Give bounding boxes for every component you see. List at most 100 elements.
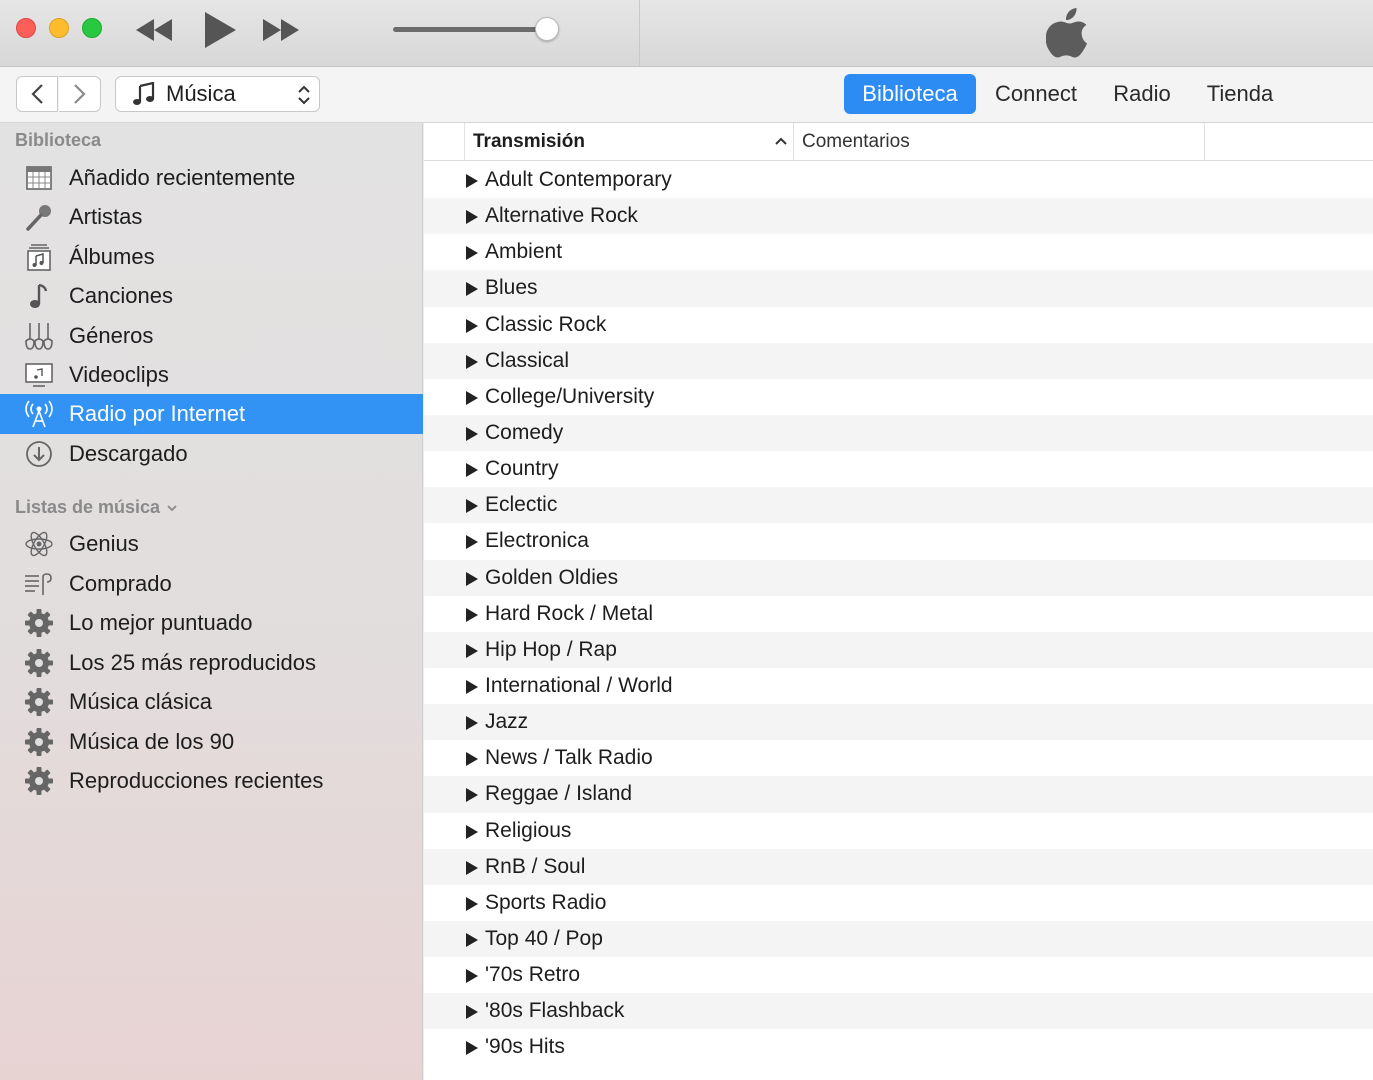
sort-ascending-icon — [775, 137, 787, 145]
sidebar-item-albums[interactable]: Álbumes — [0, 237, 423, 277]
table-row[interactable]: Hip Hop / Rap — [424, 631, 1373, 668]
zoom-window-button[interactable] — [82, 18, 102, 38]
table-row[interactable]: Religious — [424, 813, 1373, 849]
disclosure-triangle-icon[interactable] — [465, 318, 479, 333]
table-row[interactable]: Classic Rock — [424, 307, 1373, 343]
disclosure-triangle-icon[interactable] — [465, 716, 479, 731]
sidebar-item-internet-radio[interactable]: Radio por Internet — [0, 394, 423, 434]
table-row[interactable]: '90s Hits — [424, 1029, 1373, 1065]
disclosure-triangle-icon[interactable] — [465, 426, 479, 441]
table-row[interactable]: News / Talk Radio — [424, 740, 1373, 776]
disclosure-triangle-icon[interactable] — [465, 679, 479, 694]
table-row[interactable]: Sports Radio — [424, 885, 1373, 921]
disclosure-triangle-icon[interactable] — [465, 1041, 479, 1056]
table-row[interactable]: Adult Contemporary — [424, 162, 1373, 198]
column-header-stream[interactable]: Transmisión — [464, 123, 794, 161]
volume-track — [393, 27, 553, 32]
sidebar-item-downloaded[interactable]: Descargado — [0, 434, 423, 474]
table-row[interactable]: RnB / Soul — [424, 848, 1373, 885]
disclosure-triangle-icon[interactable] — [465, 354, 479, 369]
disclosure-triangle-icon[interactable] — [465, 246, 479, 261]
disclosure-triangle-icon[interactable] — [465, 643, 479, 658]
playlist-item-purchased[interactable]: Comprado — [0, 564, 423, 604]
disclosure-triangle-icon[interactable] — [465, 860, 479, 875]
playlist-item-classical[interactable]: Música clásica — [0, 682, 423, 722]
music-note-icon — [24, 282, 54, 310]
disclosure-triangle-icon[interactable] — [465, 499, 479, 514]
table-row[interactable]: Comedy — [424, 414, 1373, 452]
minimize-window-button[interactable] — [49, 18, 69, 38]
tab-biblioteca[interactable]: Biblioteca — [844, 74, 976, 114]
volume-knob[interactable] — [535, 17, 559, 41]
table-row[interactable]: Electronica — [424, 523, 1373, 559]
sidebar-item-artists[interactable]: Artistas — [0, 197, 423, 237]
disclosure-triangle-icon[interactable] — [465, 896, 479, 911]
sidebar-item-genres[interactable]: Géneros — [0, 316, 423, 356]
table-row[interactable]: International / World — [424, 668, 1373, 704]
sidebar-item-label: Música clásica — [69, 689, 213, 714]
calendar-grid-icon — [24, 164, 54, 192]
column-header-comments-label: Comentarios — [802, 131, 910, 152]
table-row[interactable]: '70s Retro — [424, 957, 1373, 993]
playlist-item-genius[interactable]: Genius — [0, 524, 423, 564]
disclosure-triangle-icon[interactable] — [465, 752, 479, 767]
rewind-button[interactable] — [133, 8, 175, 52]
play-button[interactable] — [198, 8, 242, 52]
disclosure-triangle-icon[interactable] — [465, 571, 479, 586]
table-row[interactable]: Blues — [424, 270, 1373, 307]
title-bar — [0, 0, 1373, 67]
table-row[interactable]: Jazz — [424, 704, 1373, 741]
disclosure-triangle-icon[interactable] — [465, 282, 479, 297]
disclosure-triangle-icon[interactable] — [465, 969, 479, 984]
column-header-comments[interactable]: Comentarios — [793, 123, 1205, 161]
close-window-button[interactable] — [16, 18, 36, 38]
row-genre-label: Golden Oldies — [485, 565, 619, 589]
table-row[interactable]: College/University — [424, 379, 1373, 415]
playlist-item-recently-played[interactable]: Reproducciones recientes — [0, 761, 423, 801]
disclosure-triangle-icon[interactable] — [465, 1005, 479, 1020]
playlist-item-top-rated[interactable]: Lo mejor puntuado — [0, 603, 423, 643]
disclosure-triangle-icon[interactable] — [465, 463, 479, 478]
disclosure-triangle-icon[interactable] — [465, 174, 479, 188]
playlists-section-header[interactable]: Listas de música — [15, 497, 178, 518]
disclosure-triangle-icon[interactable] — [465, 390, 479, 405]
music-note-icon — [132, 82, 156, 106]
sidebar-item-label: Genius — [69, 531, 139, 556]
playlist-item-top-25[interactable]: Los 25 más reproducidos — [0, 643, 423, 683]
table-row[interactable]: Top 40 / Pop — [424, 920, 1373, 958]
sidebar-item-music-videos[interactable]: Videoclips — [0, 355, 423, 395]
playlist-item-90s[interactable]: Música de los 90 — [0, 722, 423, 762]
disclosure-triangle-icon[interactable] — [465, 535, 479, 550]
tab-tienda[interactable]: Tienda — [1196, 74, 1284, 114]
table-row[interactable]: Classical — [424, 342, 1373, 379]
disclosure-triangle-icon[interactable] — [465, 932, 479, 947]
tab-connect[interactable]: Connect — [982, 74, 1090, 114]
forward-button[interactable] — [59, 76, 101, 112]
fast-forward-button[interactable] — [260, 8, 302, 52]
video-screen-icon — [24, 361, 54, 389]
album-stack-icon — [24, 243, 54, 271]
table-row[interactable]: Country — [424, 451, 1373, 487]
sidebar-item-songs[interactable]: Canciones — [0, 276, 423, 316]
table-row[interactable]: Golden Oldies — [424, 559, 1373, 596]
table-row[interactable]: '80s Flashback — [424, 993, 1373, 1030]
column-header-stream-label: Transmisión — [473, 131, 585, 152]
row-genre-label: Eclectic — [485, 493, 558, 517]
table-row[interactable]: Alternative Rock — [424, 198, 1373, 235]
media-kind-select[interactable]: Música — [115, 76, 320, 112]
broadcast-antenna-icon — [24, 400, 54, 428]
table-row[interactable]: Reggae / Island — [424, 776, 1373, 813]
fast-forward-icon — [263, 19, 299, 41]
disclosure-triangle-icon[interactable] — [465, 788, 479, 803]
stream-rows: Adult Contemporary Alternative Rock Ambi… — [424, 162, 1373, 1066]
table-row[interactable]: Eclectic — [424, 487, 1373, 524]
table-row[interactable]: Ambient — [424, 234, 1373, 270]
disclosure-triangle-icon[interactable] — [465, 210, 479, 225]
disclosure-triangle-icon[interactable] — [465, 824, 479, 839]
back-button[interactable] — [16, 76, 58, 112]
volume-slider[interactable] — [393, 17, 563, 41]
sidebar-item-recently-added[interactable]: Añadido recientemente — [0, 158, 423, 198]
tab-radio[interactable]: Radio — [1098, 74, 1186, 114]
disclosure-triangle-icon[interactable] — [465, 607, 479, 622]
table-row[interactable]: Hard Rock / Metal — [424, 596, 1373, 632]
